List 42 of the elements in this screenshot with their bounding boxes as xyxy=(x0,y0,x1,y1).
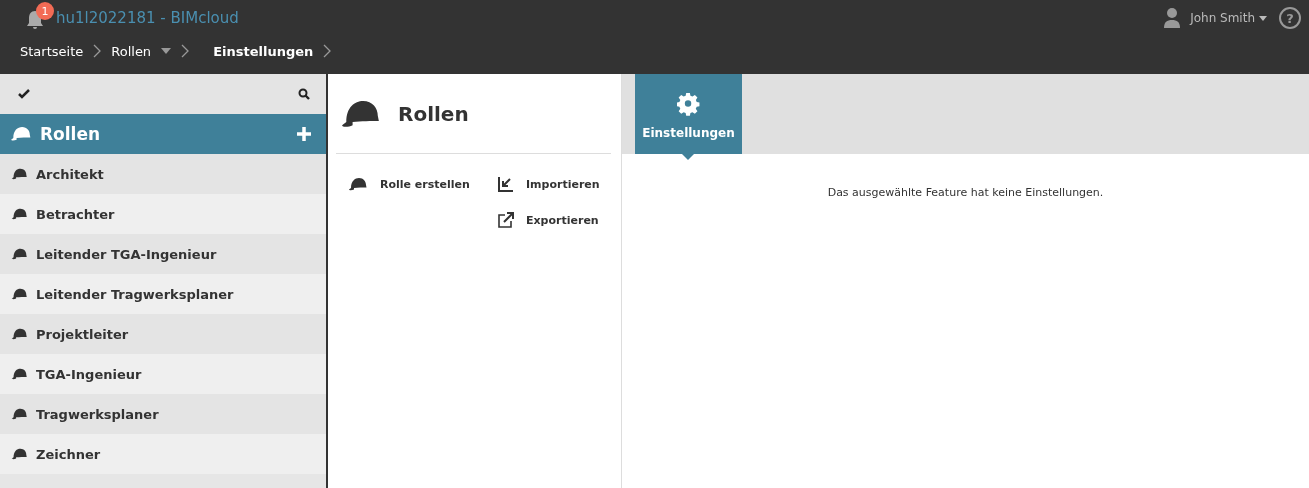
action-link[interactable]: Rolle erstellen xyxy=(348,176,498,192)
helmet-icon xyxy=(340,98,382,129)
caret-icon[interactable] xyxy=(161,48,172,54)
helmet-icon xyxy=(10,126,32,142)
breadcrumb-link[interactable]: Rollen xyxy=(111,43,152,59)
helmet-icon xyxy=(11,248,28,260)
window-title: hu1l2022181 - BIMcloud xyxy=(56,9,239,27)
chevron-icon xyxy=(181,44,190,58)
panel-title: Rollen xyxy=(398,101,469,126)
notification-badge: 1 xyxy=(36,2,54,20)
help-button[interactable]: ? xyxy=(1279,7,1301,29)
user-menu[interactable]: John Smith xyxy=(1190,11,1255,25)
helmet-icon xyxy=(11,288,28,300)
sidebar-title: Rollen xyxy=(40,124,102,144)
helmet-icon xyxy=(11,368,28,380)
add-icon[interactable] xyxy=(296,126,312,142)
sidebar-item[interactable]: Betrachter xyxy=(0,194,326,234)
user-icon xyxy=(1164,8,1181,28)
helmet-icon xyxy=(11,408,28,420)
export-icon xyxy=(498,212,514,228)
helmet-icon xyxy=(11,448,28,460)
helmet-icon xyxy=(11,168,28,180)
gear-icon xyxy=(676,92,701,116)
breadcrumb-link[interactable]: Einstellungen xyxy=(213,43,314,59)
helmet-icon xyxy=(348,177,368,191)
empty-message: Das ausgewählte Feature hat keine Einstellungen. xyxy=(826,186,1105,199)
import-icon xyxy=(498,176,514,192)
breadcrumb-link[interactable]: Startseite xyxy=(20,43,84,59)
helmet-icon xyxy=(11,208,28,220)
sidebar-item[interactable]: Leitender Tragwerksplaner xyxy=(0,274,326,314)
search-icon[interactable] xyxy=(298,88,310,100)
tab-pointer-icon xyxy=(682,154,694,160)
chevron-icon xyxy=(323,44,332,58)
chevron-icon xyxy=(93,44,102,58)
action-link[interactable]: Exportieren xyxy=(498,212,618,228)
action-link[interactable]: Importieren xyxy=(498,176,618,192)
sidebar-item[interactable]: Zeichner xyxy=(0,434,326,474)
settings-tab[interactable]: Einstellungen xyxy=(635,74,742,154)
check-icon[interactable] xyxy=(18,89,30,99)
sidebar-item[interactable]: TGA-Ingenieur xyxy=(0,354,326,394)
helmet-icon xyxy=(11,328,28,340)
caret-icon[interactable] xyxy=(1259,15,1267,21)
